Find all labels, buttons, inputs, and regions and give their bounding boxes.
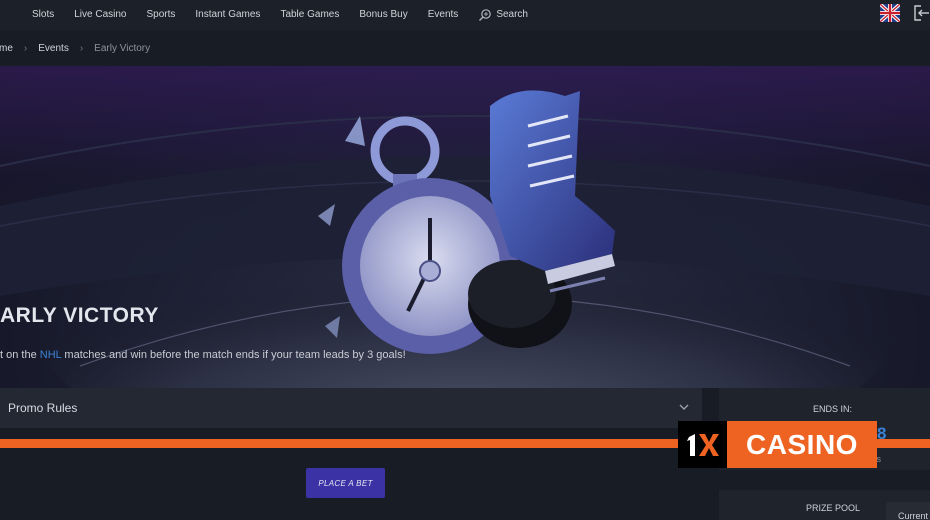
- nav-item-live-casino[interactable]: Live Casino: [64, 0, 136, 30]
- login-icon[interactable]: [912, 4, 930, 22]
- nav-item-slots[interactable]: Slots: [22, 0, 64, 30]
- nhl-link[interactable]: NHL: [40, 349, 62, 361]
- breadcrumb-home[interactable]: me: [0, 43, 13, 54]
- nav-item-instant-games[interactable]: Instant Games: [185, 0, 270, 30]
- search-label: Search: [496, 9, 528, 20]
- breadcrumb-events[interactable]: Events: [38, 43, 69, 54]
- search-button[interactable]: Search: [468, 0, 528, 30]
- logo-mark: [678, 421, 727, 468]
- hero-desc-prefix: t on the: [0, 349, 40, 361]
- chevron-right-icon: ›: [79, 42, 84, 54]
- place-bet-button[interactable]: PLACE A BET: [306, 468, 385, 498]
- chevron-right-icon: ›: [23, 42, 28, 54]
- logo-text: CASINO: [727, 421, 877, 468]
- chevron-down-icon: [679, 404, 689, 410]
- prize-pool-label: PRIZE POOL: [806, 503, 861, 513]
- tab-current[interactable]: Current: [886, 502, 930, 520]
- ends-in-label: ENDS IN:: [813, 404, 853, 414]
- top-nav: Slots Live Casino Sports Instant Games T…: [0, 0, 930, 30]
- nav-item-table-games[interactable]: Table Games: [270, 0, 349, 30]
- hero-banner: ARLY VICTORY t on the NHL matches and wi…: [0, 66, 930, 388]
- casino-logo: CASINO: [678, 421, 877, 468]
- nav-item-bonus-buy[interactable]: Bonus Buy: [349, 0, 417, 30]
- breadcrumb-current: Early Victory: [94, 42, 151, 54]
- logo-1x-icon: [686, 433, 719, 456]
- page: Slots Live Casino Sports Instant Games T…: [0, 0, 930, 520]
- search-icon: [479, 9, 492, 21]
- hero-title: ARLY VICTORY: [0, 304, 159, 327]
- nav-item-sports[interactable]: Sports: [137, 0, 186, 30]
- stadium-illustration: [0, 90, 930, 388]
- nav-item-events[interactable]: Events: [418, 0, 469, 30]
- uk-flag-icon[interactable]: [880, 4, 900, 22]
- breadcrumb: me › Events › Early Victory: [0, 30, 930, 66]
- hero-desc-suffix: matches and win before the match ends if…: [61, 349, 406, 361]
- hero-description: t on the NHL matches and win before the …: [0, 349, 406, 361]
- promo-rules-accordion[interactable]: Promo Rules: [0, 388, 702, 428]
- promo-rules-label: Promo Rules: [8, 401, 78, 415]
